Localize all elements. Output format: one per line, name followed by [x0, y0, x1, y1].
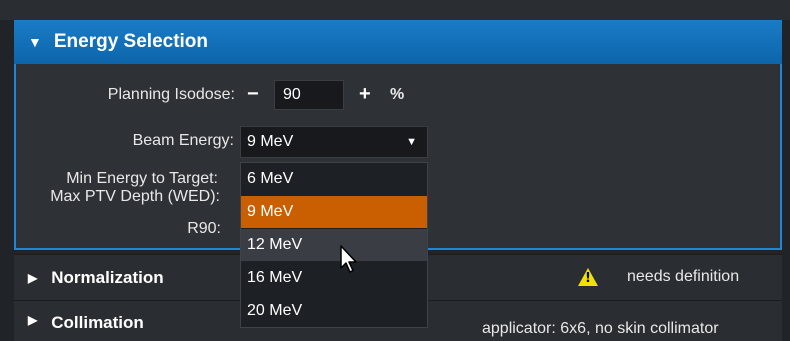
energy-selection-title: Energy Selection — [53, 31, 209, 52]
beam-energy-label: Beam Energy: — [132, 132, 234, 149]
percent-unit: % — [390, 86, 405, 103]
collimation-status: applicator: 6x6, no skin collimator — [482, 320, 719, 337]
energy-selection-header[interactable]: ▼ Energy Selection — [14, 20, 782, 64]
dropdown-option-12mev[interactable]: 12 MeV — [241, 229, 427, 261]
normalization-title: Normalization — [51, 267, 164, 287]
isodose-minus-button[interactable]: − — [247, 84, 259, 104]
beam-energy-dropdown-list: 6 MeV 9 MeV 12 MeV 16 MeV 20 MeV — [240, 162, 428, 328]
collapsed-triangle-icon: ▶ — [28, 270, 38, 285]
warning-icon: ! — [578, 268, 598, 286]
max-ptv-depth-label: Max PTV Depth (WED): — [50, 188, 220, 205]
top-strip — [0, 0, 790, 20]
expanded-triangle-icon: ▼ — [28, 34, 42, 50]
dropdown-option-9mev[interactable]: 9 MeV — [241, 196, 427, 228]
min-energy-label: Min Energy to Target: — [66, 170, 218, 187]
mouse-cursor-icon — [340, 245, 357, 273]
isodose-plus-button[interactable]: + — [359, 84, 371, 104]
chevron-down-icon: ▼ — [406, 136, 417, 148]
collimation-title: Collimation — [51, 313, 144, 332]
dropdown-option-6mev[interactable]: 6 MeV — [241, 163, 427, 195]
planning-isodose-label: Planning Isodose: — [107, 86, 235, 103]
planning-isodose-input[interactable]: 90 — [274, 80, 344, 110]
beam-energy-select[interactable]: 9 MeV ▼ — [240, 126, 428, 158]
beam-energy-selected-value: 9 MeV — [247, 133, 294, 150]
dropdown-option-16mev[interactable]: 16 MeV — [241, 262, 427, 294]
normalization-status: needs definition — [627, 268, 740, 285]
collapsed-triangle-icon: ▶ — [28, 313, 38, 327]
r90-label: R90: — [187, 220, 221, 237]
dropdown-option-20mev[interactable]: 20 MeV — [241, 295, 427, 327]
treatment-planning-panel: ▼ Energy Selection Planning Isodose: − 9… — [0, 0, 790, 341]
